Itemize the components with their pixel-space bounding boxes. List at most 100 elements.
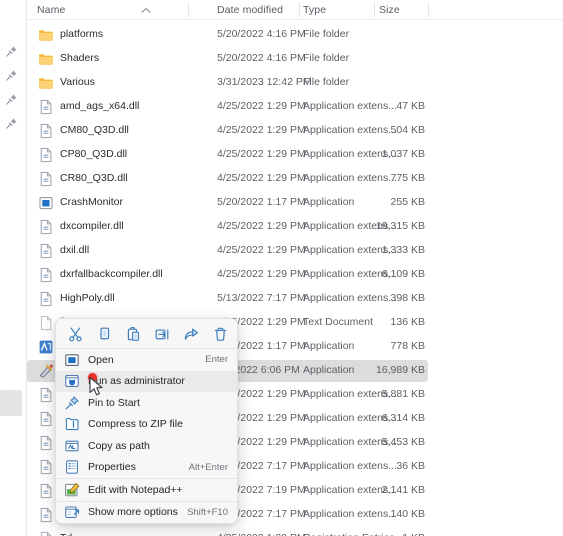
context-menu-item[interactable]: Properties Alt+Enter	[56, 457, 237, 479]
context-menu-item-shortcut: Alt+Enter	[188, 461, 228, 473]
file-name-cell: Shaders	[60, 52, 100, 64]
size-cell: 398 KB	[390, 292, 425, 304]
size-cell: 140 KB	[390, 508, 425, 520]
date-modified-cell: 4/25/2022 1:29 PM	[217, 172, 306, 184]
size-cell: 16,989 KB	[375, 364, 425, 376]
file-explorer-window: Name Date modified Type Size platforms 5/…	[0, 0, 563, 536]
context-menu-item-label: Open	[88, 353, 114, 366]
nav-pane-scroll-chip[interactable]	[0, 390, 22, 416]
dll-file-icon	[38, 243, 54, 259]
text-file-icon	[38, 315, 54, 331]
table-row[interactable]: CrashMonitor 5/20/2022 1:17 PM Application…	[27, 192, 428, 214]
context-menu-item[interactable]: Edit with Notepad++	[56, 479, 237, 501]
dll-file-icon	[38, 435, 54, 451]
size-cell: 19,315 KB	[375, 220, 425, 232]
reg-file-icon	[38, 531, 54, 536]
date-modified-cell: 5/20/2022 4:16 PM	[217, 28, 306, 40]
dll-file-icon	[38, 483, 54, 499]
size-cell: 5,881 KB	[381, 388, 425, 400]
context-menu-item[interactable]: Run as administrator	[56, 370, 237, 392]
table-row[interactable]: CR80_Q3D.dll 4/25/2022 1:29 PM Application…	[27, 168, 428, 190]
scissors-icon[interactable]	[63, 323, 87, 345]
context-menu-item-label: Show more options	[88, 506, 178, 519]
date-modified-cell: 4/25/2022 1:29 PM	[217, 100, 306, 112]
context-menu-item[interactable]: Compress to ZIP file	[56, 414, 237, 436]
share-icon[interactable]	[179, 323, 203, 345]
column-header-date-modified[interactable]: Date modified	[217, 4, 283, 16]
pin-icon[interactable]	[5, 93, 18, 106]
context-menu-toolbar[interactable]	[56, 319, 237, 348]
context-menu-item[interactable]: Show more options Shift+F10	[56, 502, 237, 524]
file-name-cell: dxrfallbackcompiler.dll	[60, 268, 163, 280]
table-row[interactable]: dxrfallbackcompiler.dll 4/25/2022 1:29 PM…	[27, 264, 428, 286]
pin-icon[interactable]	[5, 69, 18, 82]
file-name-cell: CP80_Q3D.dll	[60, 148, 128, 160]
date-modified-cell: 4/25/2022 1:29 PM	[217, 532, 306, 536]
click-marker-dot	[88, 373, 97, 382]
table-row[interactable]: Shaders 5/20/2022 4:16 PM File folder	[27, 48, 428, 70]
dll-file-icon	[38, 99, 54, 115]
file-name-cell: dxil.dll	[60, 244, 90, 256]
column-separator-1[interactable]	[188, 2, 189, 17]
type-cell: File folder	[303, 28, 350, 40]
table-row[interactable]: amd_ags_x64.dll 4/25/2022 1:29 PM Applicat…	[27, 96, 428, 118]
column-header-type[interactable]: Type	[303, 4, 326, 16]
column-separator-3[interactable]	[374, 2, 375, 17]
date-modified-cell: 5/20/2022 4:16 PM	[217, 52, 306, 64]
pin-icon[interactable]	[5, 45, 18, 58]
column-separator-2[interactable]	[299, 2, 300, 17]
copy-path-icon	[64, 438, 80, 454]
table-row[interactable]: platforms 5/20/2022 4:16 PM File folder	[27, 24, 428, 46]
size-cell: 6,109 KB	[381, 268, 425, 280]
dll-file-icon	[38, 147, 54, 163]
context-menu-item-label: Copy as path	[88, 439, 150, 452]
open-app-icon	[64, 352, 80, 368]
file-name-cell: CR80_Q3D.dll	[60, 172, 128, 184]
context-menu-item-shortcut: Enter	[205, 354, 228, 366]
pin-icon[interactable]	[5, 117, 18, 130]
date-modified-cell: 5/20/2022 1:17 PM	[217, 196, 306, 208]
context-menu-item[interactable]: Pin to Start	[56, 392, 237, 414]
copy-icon[interactable]	[92, 323, 116, 345]
file-name-cell: amd_ags_x64.dll	[60, 100, 140, 112]
table-row[interactable]: Various 3/31/2023 12:42 PM File folder	[27, 72, 428, 94]
patch-app-icon	[38, 363, 54, 379]
context-menu-item-label: Pin to Start	[88, 396, 140, 409]
table-row[interactable]: dxil.dll 4/25/2022 1:29 PM Application ext…	[27, 240, 428, 262]
date-modified-cell: 5/13/2022 7:17 PM	[217, 292, 306, 304]
folder-icon	[38, 51, 54, 67]
size-cell: 5,453 KB	[381, 436, 425, 448]
table-row[interactable]: Td4/25/2022 1:29 PMRegistration Entries1…	[27, 528, 428, 536]
size-cell: 47 KB	[396, 100, 425, 112]
rename-icon[interactable]	[150, 323, 174, 345]
notepadpp-icon	[64, 482, 80, 498]
file-name-cell: platforms	[60, 28, 104, 40]
context-menu-item-label: Compress to ZIP file	[88, 418, 183, 431]
size-cell: 36 KB	[396, 460, 425, 472]
table-row[interactable]: dxcompiler.dll 4/25/2022 1:29 PM Applicati…	[27, 216, 428, 238]
paste-icon[interactable]	[121, 323, 145, 345]
more-options-icon	[64, 504, 80, 520]
properties-icon	[64, 459, 80, 475]
context-menu-item[interactable]: Open Enter	[56, 349, 237, 371]
dll-file-icon	[38, 507, 54, 523]
table-row[interactable]: HighPoly.dll 5/13/2022 7:17 PM Application…	[27, 288, 428, 310]
column-separator-4[interactable]	[428, 2, 429, 17]
file-name-cell: HighPoly.dll	[60, 292, 115, 304]
file-name-cell: CrashMonitor	[60, 196, 124, 208]
context-menu-item-label: Properties	[88, 461, 136, 474]
context-menu[interactable]: Open Enter Run as administrator Pin to Star…	[55, 318, 238, 524]
file-name-cell: CM80_Q3D.dll	[60, 124, 129, 136]
table-row[interactable]: CM80_Q3D.dll 4/25/2022 1:29 PM Application…	[27, 120, 428, 142]
context-menu-item[interactable]: Copy as path	[56, 435, 237, 457]
size-cell: 136 KB	[390, 316, 425, 328]
column-header-size[interactable]: Size	[379, 4, 400, 16]
size-cell: 6,314 KB	[381, 412, 425, 424]
dll-file-icon	[38, 267, 54, 283]
size-cell: 775 KB	[390, 172, 425, 184]
column-header-name[interactable]: Name	[37, 4, 65, 16]
context-menu-items[interactable]: Open Enter Run as administrator Pin to Star…	[56, 349, 237, 523]
trash-icon[interactable]	[208, 323, 232, 345]
lumion-app-icon	[38, 339, 54, 355]
table-row[interactable]: CP80_Q3D.dll 4/25/2022 1:29 PM Application…	[27, 144, 428, 166]
